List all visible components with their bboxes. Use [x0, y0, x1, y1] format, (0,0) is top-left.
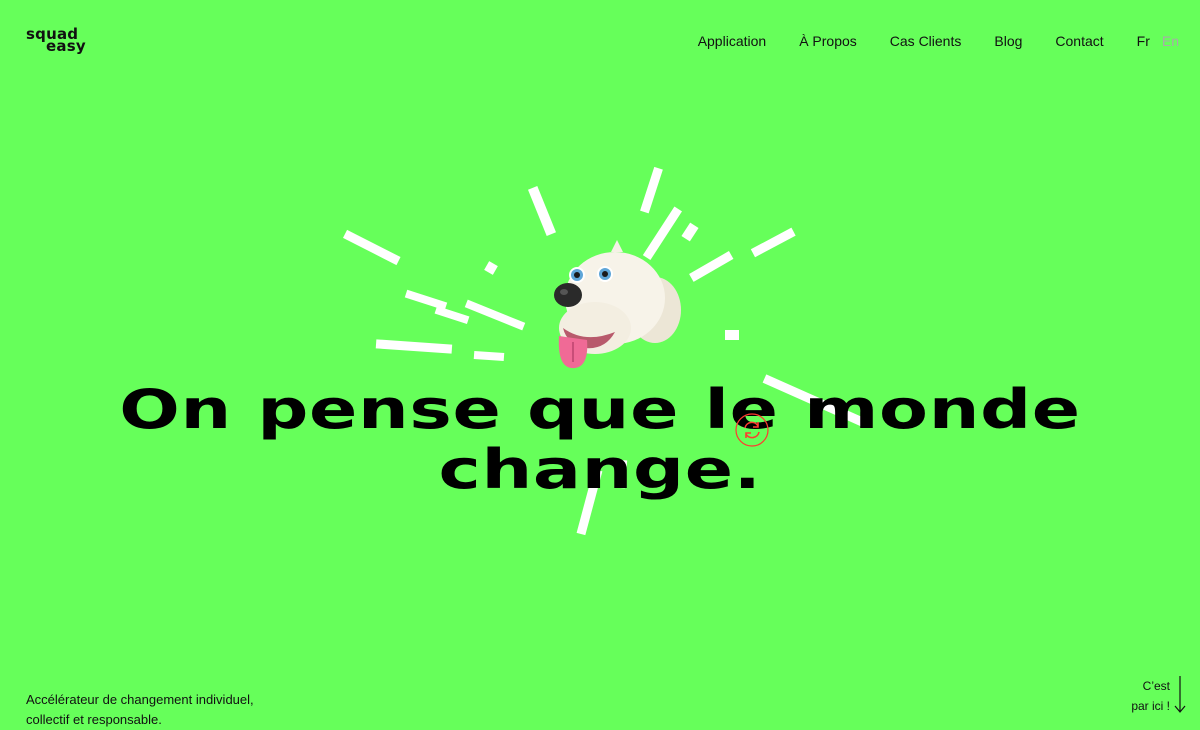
scroll-cta-line-1: C’est	[1142, 679, 1170, 693]
scroll-cta-line-2: par ici !	[1131, 699, 1170, 713]
scroll-cta[interactable]: C’est par ici !	[1110, 676, 1186, 716]
scroll-cta-text: C’est par ici !	[1110, 676, 1170, 716]
refresh-icon[interactable]	[735, 413, 769, 447]
tagline: Accélérateur de changement individuel, c…	[26, 692, 254, 727]
dog-mascot-icon	[554, 240, 681, 369]
headline-line-1: On pense que le monde	[119, 378, 1081, 442]
hero-headline: On pense que le monde change.	[0, 380, 1200, 500]
arrow-down-icon	[1174, 676, 1186, 713]
headline-line-2: change.	[438, 438, 762, 502]
